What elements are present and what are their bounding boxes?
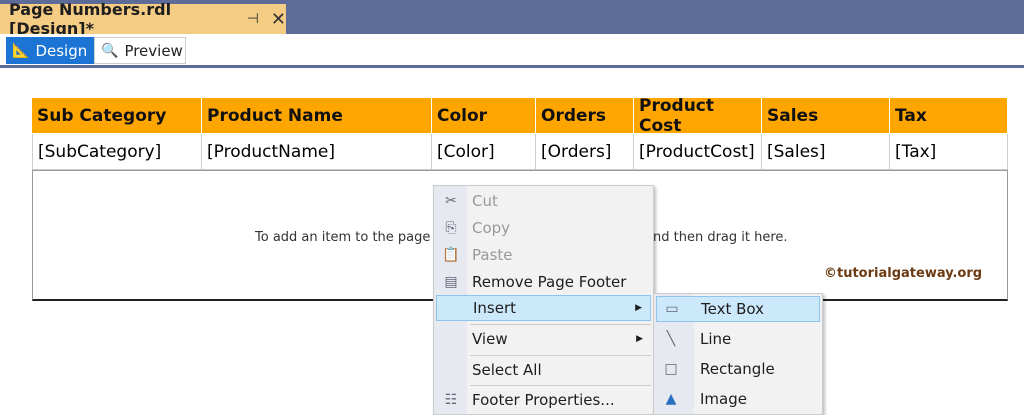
- tab-design-label: Design: [35, 41, 88, 60]
- text-box-icon: ▭: [665, 301, 679, 317]
- column-header[interactable]: Color: [432, 98, 536, 134]
- table-cell[interactable]: [Orders]: [536, 134, 634, 170]
- report-table[interactable]: Sub Category Product Name Color Orders Produ…: [32, 96, 1008, 170]
- table-cell[interactable]: [ProductName]: [202, 134, 432, 170]
- column-header[interactable]: Tax: [890, 98, 1008, 134]
- scissors-icon: ✂: [445, 193, 457, 209]
- menu-item-insert[interactable]: Insert ▶: [436, 295, 651, 321]
- watermark: ©tutorialgateway.org: [824, 266, 983, 281]
- submenu-arrow-icon: ▶: [636, 334, 643, 344]
- menu-item-cut[interactable]: ✂ Cut: [436, 188, 651, 214]
- table-cell[interactable]: [Tax]: [890, 134, 1008, 170]
- menu-item-select-all[interactable]: Select All: [436, 357, 651, 383]
- menu-item-view[interactable]: View ▶: [436, 326, 651, 352]
- context-menu: ✂ Cut ⎘ Copy 📋 Paste ▤ Remove Page Footer In…: [433, 185, 654, 415]
- menu-item-remove-page-footer[interactable]: ▤ Remove Page Footer: [436, 269, 651, 295]
- column-header[interactable]: Product Cost: [634, 96, 762, 136]
- table-cell[interactable]: [SubCategory]: [33, 134, 202, 170]
- footer-hint-text: To add an item to the page: [255, 230, 431, 245]
- tab-design[interactable]: 📐 Design: [6, 37, 94, 64]
- line-icon: ╲: [666, 331, 676, 347]
- menu-item-footer-properties[interactable]: ☷ Footer Properties...: [436, 387, 651, 413]
- table-cell[interactable]: [Color]: [432, 134, 536, 170]
- submenu-item-line[interactable]: ╲ Line: [656, 326, 820, 352]
- document-tab[interactable]: Page Numbers.rdl [Design]* ⊣ ✕: [0, 0, 286, 38]
- design-ruler-icon: 📐: [12, 42, 30, 59]
- properties-icon: ☷: [444, 392, 458, 408]
- document-tab-title: Page Numbers.rdl [Design]*: [9, 0, 172, 38]
- tab-preview-label: Preview: [124, 41, 183, 60]
- column-header[interactable]: Sub Category: [32, 98, 202, 134]
- paste-icon: 📋: [442, 247, 460, 263]
- menu-item-paste[interactable]: 📋 Paste: [436, 242, 651, 268]
- submenu-item-text-box[interactable]: ▭ Text Box: [656, 296, 820, 322]
- submenu-arrow-icon: ▶: [635, 303, 642, 313]
- column-header[interactable]: Orders: [536, 98, 634, 134]
- table-cell[interactable]: [ProductCost]: [634, 134, 762, 170]
- copy-icon: ⎘: [445, 220, 457, 236]
- pin-icon[interactable]: ⊣: [247, 11, 259, 27]
- preview-icon: 🔍: [101, 42, 119, 59]
- image-icon: ▲: [665, 391, 677, 407]
- table-cell[interactable]: [Sales]: [762, 134, 890, 170]
- table-header-row: Sub Category Product Name Color Orders Produ…: [32, 96, 1008, 136]
- page-footer-icon: ▤: [444, 274, 458, 290]
- submenu-item-rectangle[interactable]: □ Rectangle: [656, 356, 820, 382]
- column-header[interactable]: Sales: [762, 98, 890, 134]
- table-row: [SubCategory] [ProductName] [Color] [Orders…: [32, 134, 1008, 170]
- menu-item-copy[interactable]: ⎘ Copy: [436, 215, 651, 241]
- column-header[interactable]: Product Name: [202, 98, 432, 134]
- tab-preview[interactable]: 🔍 Preview: [94, 37, 186, 64]
- submenu-item-image[interactable]: ▲ Image: [656, 386, 820, 412]
- footer-hint-text-end: nd then drag it here.: [653, 230, 788, 245]
- rectangle-icon: □: [664, 361, 678, 377]
- close-icon[interactable]: ✕: [271, 9, 286, 30]
- insert-submenu: ▭ Text Box ╲ Line □ Rectangle ▲ Image: [653, 293, 823, 415]
